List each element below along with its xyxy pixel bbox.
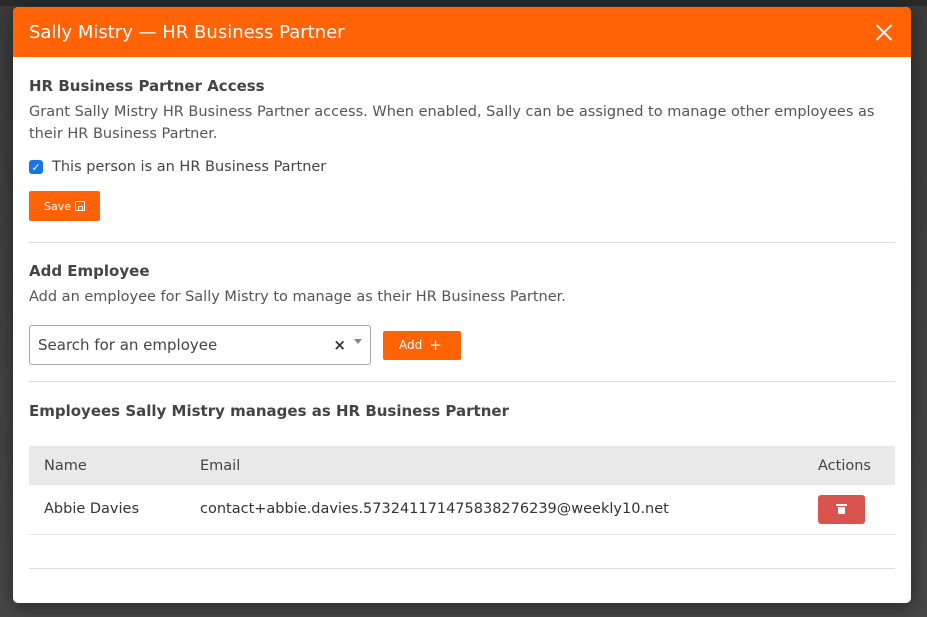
access-section: HR Business Partner Access Grant Sally M… bbox=[29, 77, 895, 221]
table-row: Abbie Davies contact+abbie.davies.573241… bbox=[29, 485, 895, 535]
managed-employees-section: Employees Sally Mistry manages as HR Bus… bbox=[29, 402, 895, 535]
save-button-label: Save bbox=[44, 199, 72, 213]
save-button[interactable]: Save bbox=[29, 191, 101, 221]
plus-icon: + bbox=[429, 335, 442, 354]
hr-partner-checkbox-row[interactable]: ✓ This person is an HR Business Partner bbox=[29, 159, 895, 175]
add-employee-row: Search for an employee × Add + bbox=[29, 325, 895, 365]
add-employee-description: Add an employee for Sally Mistry to mana… bbox=[29, 289, 566, 305]
access-section-description: Grant Sally Mistry HR Business Partner a… bbox=[29, 104, 875, 142]
employee-search-placeholder: Search for an employee bbox=[38, 336, 218, 354]
employee-search-select[interactable]: Search for an employee × bbox=[29, 325, 371, 365]
section-divider-2 bbox=[29, 381, 895, 382]
column-header-email: Email bbox=[186, 446, 803, 485]
employee-email-cell: contact+abbie.davies.5732411714758382762… bbox=[186, 485, 803, 535]
delete-employee-button[interactable] bbox=[818, 494, 865, 524]
modal-header: Sally Mistry — HR Business Partner bbox=[13, 7, 911, 57]
add-employee-button[interactable]: Add + bbox=[383, 330, 461, 360]
modal-body: HR Business Partner Access Grant Sally M… bbox=[13, 57, 911, 569]
bottom-divider bbox=[29, 567, 895, 569]
employee-actions-cell bbox=[803, 485, 895, 535]
trash-icon bbox=[836, 504, 847, 515]
section-divider-1 bbox=[29, 242, 895, 243]
backdrop-strip bbox=[0, 0, 927, 6]
chevron-down-icon[interactable] bbox=[354, 338, 362, 344]
modal-title: Sally Mistry — HR Business Partner bbox=[29, 21, 345, 43]
close-icon[interactable] bbox=[873, 21, 895, 43]
add-employee-section: Add Employee Add an employee for Sally M… bbox=[29, 262, 895, 365]
clear-selection-icon[interactable]: × bbox=[333, 336, 346, 354]
add-button-label: Add bbox=[399, 338, 423, 352]
hr-partner-modal: Sally Mistry — HR Business Partner HR Bu… bbox=[13, 7, 911, 603]
managed-employees-title: Employees Sally Mistry manages as HR Bus… bbox=[29, 402, 509, 420]
managed-employees-table: Name Email Actions Abbie Davies contact+… bbox=[29, 446, 895, 535]
employee-name-cell: Abbie Davies bbox=[29, 485, 186, 535]
save-icon bbox=[75, 201, 86, 211]
column-header-name: Name bbox=[29, 446, 186, 485]
table-header-row: Name Email Actions bbox=[29, 446, 895, 485]
add-employee-title: Add Employee bbox=[29, 262, 150, 280]
hr-partner-checkbox[interactable]: ✓ bbox=[29, 160, 43, 174]
access-section-title: HR Business Partner Access bbox=[29, 77, 265, 95]
hr-partner-checkbox-label: This person is an HR Business Partner bbox=[52, 159, 327, 175]
column-header-actions: Actions bbox=[803, 446, 895, 485]
